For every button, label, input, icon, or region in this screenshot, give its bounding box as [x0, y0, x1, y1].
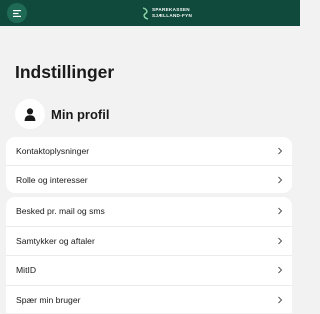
settings-group-account: Besked pr. mail og sms Samtykker og afta… [6, 197, 292, 313]
profile-header[interactable]: Min profil [15, 99, 110, 129]
settings-item-mitid[interactable]: MitID [6, 255, 292, 285]
settings-item-besked-pr-mail-og-sms[interactable]: Besked pr. mail og sms [6, 197, 292, 226]
settings-item-spaer-min-bruger[interactable]: Spær min bruger [6, 284, 292, 314]
sparekassen-logo[interactable]: SPAREKASSEN SJÆLLAND-FYN [142, 5, 192, 21]
logo-line-2: SJÆLLAND-FYN [152, 13, 193, 18]
settings-group-contact: Kontaktoplysninger Rolle og interesser [6, 137, 292, 193]
settings-item-label: Spær min bruger [16, 294, 81, 305]
page-title: Indstillinger [15, 62, 115, 82]
chevron-right-icon [278, 237, 283, 245]
top-bar: SPAREKASSEN SJÆLLAND-FYN [0, 0, 300, 26]
hamburger-icon [13, 9, 21, 17]
chevron-right-icon [278, 176, 283, 184]
avatar [15, 99, 45, 129]
settings-item-samtykker-og-aftaler[interactable]: Samtykker og aftaler [6, 225, 292, 256]
profile-label: Min profil [51, 106, 110, 122]
settings-item-label: Besked pr. mail og sms [16, 206, 105, 217]
user-icon [24, 107, 36, 121]
chevron-right-icon [278, 147, 283, 155]
logo-mark-icon [142, 6, 149, 20]
settings-item-rolle-og-interesser[interactable]: Rolle og interesser [6, 165, 292, 193]
settings-item-label: Kontaktoplysninger [16, 146, 90, 156]
chevron-right-icon [278, 296, 283, 304]
settings-item-kontaktoplysninger[interactable]: Kontaktoplysninger [6, 137, 292, 165]
chevron-right-icon [278, 207, 283, 215]
settings-item-label: Samtykker og aftaler [16, 235, 95, 246]
menu-button[interactable] [7, 3, 27, 23]
settings-item-label: Rolle og interesser [16, 175, 88, 185]
settings-item-label: MitID [16, 265, 37, 276]
chevron-right-icon [278, 266, 283, 274]
